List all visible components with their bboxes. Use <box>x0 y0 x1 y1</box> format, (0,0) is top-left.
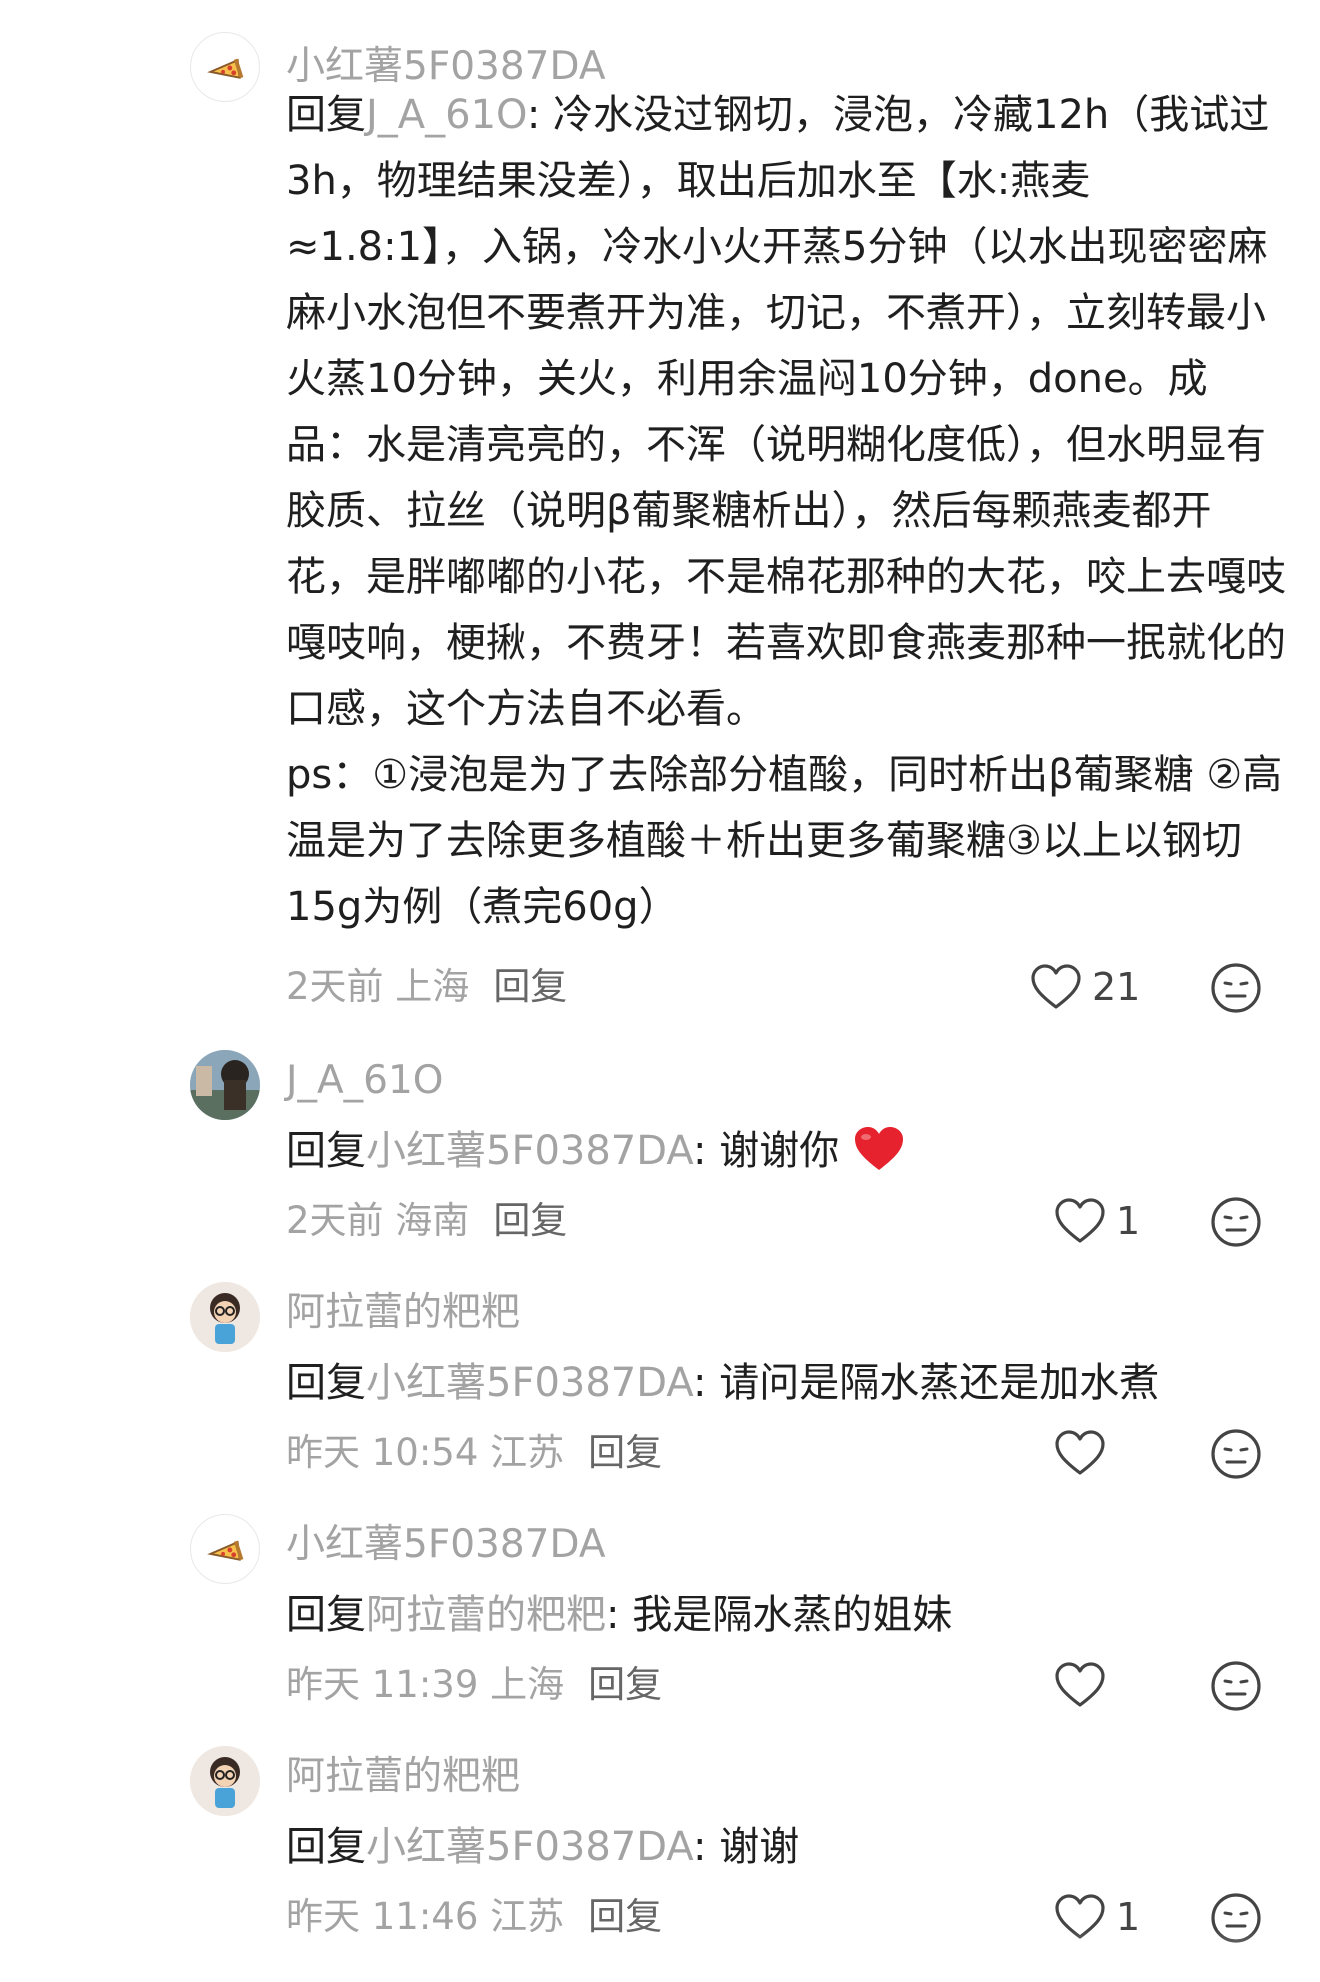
comment-meta: 2天前 上海 回复 <box>286 962 567 1012</box>
reply-prefix: 回复 <box>286 1824 366 1870</box>
mention-link[interactable]: J_A_61O <box>366 92 527 138</box>
time-location: 2天前 上海 <box>286 965 470 1008</box>
comment-body: : 谢谢你 <box>693 1128 840 1174</box>
avatar[interactable] <box>190 1282 260 1352</box>
pizza-slice-icon <box>207 1540 244 1561</box>
dislike-button[interactable] <box>1210 1428 1262 1480</box>
neutral-face-icon <box>1211 1197 1261 1247</box>
comment-ps: ps：①浸泡是为了去除部分植酸，同时析出β葡聚糖 ②高温是为了去除更多植酸＋析出… <box>286 752 1283 930</box>
time-location: 2天前 海南 <box>286 1199 470 1242</box>
cartoon-character-icon <box>190 1746 260 1816</box>
comment-text: 回复阿拉蕾的粑粑: 我是隔水蒸的姐妹 <box>286 1582 1286 1648</box>
comment-text: 回复小红薯5F0387DA: 谢谢你 <box>286 1118 1286 1184</box>
comment-body: : 我是隔水蒸的姐妹 <box>606 1592 953 1638</box>
like-button[interactable] <box>1054 1660 1116 1710</box>
bottom-fade <box>0 1930 1320 1982</box>
neutral-face-icon <box>1211 1661 1261 1711</box>
reply-prefix: 回复 <box>286 92 366 138</box>
user-photo-icon <box>190 1050 260 1120</box>
reply-prefix: 回复 <box>286 1360 366 1406</box>
like-count: 1 <box>1116 1199 1141 1243</box>
heart-outline-icon <box>1055 1430 1105 1475</box>
pizza-slice-icon <box>207 58 244 79</box>
reply-button[interactable]: 回复 <box>588 1431 662 1474</box>
heart-outline-icon <box>1031 964 1081 1009</box>
comment-username[interactable]: 阿拉蕾的粑粑 <box>286 1752 520 1802</box>
comment-body: : 冷水没过钢切，浸泡，冷藏12h（我试过3h，物理结果没差），取出后加水至【水… <box>286 92 1286 732</box>
heart-outline-icon <box>1055 1662 1105 1707</box>
avatar[interactable] <box>190 1050 260 1120</box>
comment-body: : 谢谢 <box>693 1824 800 1870</box>
reply-button[interactable]: 回复 <box>588 1663 662 1706</box>
comment-username[interactable]: J_A_61O <box>286 1056 444 1106</box>
mention-link[interactable]: 阿拉蕾的粑粑 <box>366 1592 606 1638</box>
comment-body: : 请问是隔水蒸还是加水煮 <box>693 1360 1160 1406</box>
comment-meta: 昨天 11:39 上海 回复 <box>286 1660 662 1710</box>
comment-meta: 昨天 10:54 江苏 回复 <box>286 1428 662 1478</box>
comment-text: 回复小红薯5F0387DA: 谢谢 <box>286 1814 1286 1880</box>
avatar[interactable] <box>190 1514 260 1584</box>
cartoon-character-icon <box>190 1282 260 1352</box>
comment-meta: 2天前 海南 回复 <box>286 1196 567 1246</box>
comment-text: 回复J_A_61O: 冷水没过钢切，浸泡，冷藏12h（我试过3h，物理结果没差）… <box>286 82 1286 940</box>
reply-button[interactable]: 回复 <box>493 1199 567 1242</box>
mention-link[interactable]: 小红薯5F0387DA <box>366 1360 693 1406</box>
neutral-face-icon <box>1211 963 1261 1013</box>
avatar[interactable] <box>190 32 260 102</box>
reply-prefix: 回复 <box>286 1128 366 1174</box>
red-heart-emoji <box>854 1127 903 1170</box>
dislike-button[interactable] <box>1210 962 1262 1014</box>
like-button[interactable] <box>1054 1428 1116 1478</box>
time-location: 昨天 11:39 上海 <box>286 1663 565 1706</box>
neutral-face-icon <box>1211 1429 1261 1479</box>
reply-button[interactable]: 回复 <box>493 965 567 1008</box>
mention-link[interactable]: 小红薯5F0387DA <box>366 1128 693 1174</box>
dislike-button[interactable] <box>1210 1660 1262 1712</box>
heart-outline-icon <box>1055 1198 1105 1243</box>
like-button[interactable]: 1 <box>1054 1196 1140 1246</box>
time-location: 昨天 10:54 江苏 <box>286 1431 565 1474</box>
like-count: 21 <box>1092 965 1141 1009</box>
reply-prefix: 回复 <box>286 1592 366 1638</box>
like-button[interactable]: 21 <box>1030 962 1140 1012</box>
dislike-button[interactable] <box>1210 1196 1262 1248</box>
comment-username[interactable]: 阿拉蕾的粑粑 <box>286 1288 520 1338</box>
avatar[interactable] <box>190 1746 260 1816</box>
mention-link[interactable]: 小红薯5F0387DA <box>366 1824 693 1870</box>
comment-text: 回复小红薯5F0387DA: 请问是隔水蒸还是加水煮 <box>286 1350 1286 1416</box>
comment-username[interactable]: 小红薯5F0387DA <box>286 1520 606 1570</box>
